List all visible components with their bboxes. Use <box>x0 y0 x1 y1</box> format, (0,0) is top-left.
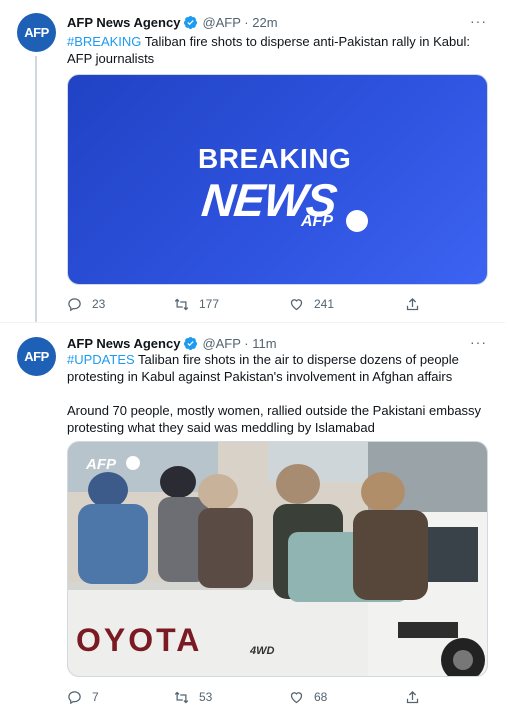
afp-watermark-text: AFP <box>86 456 116 473</box>
tweet-actions: 23 177 241 <box>67 294 427 314</box>
tweet-text: #BREAKING Taliban fire shots to disperse… <box>67 33 489 67</box>
afp-logo-text: AFP <box>301 213 333 230</box>
hashtag-link[interactable]: #BREAKING <box>67 34 141 49</box>
handle-and-timestamp[interactable]: @AFP · 22m <box>202 15 277 30</box>
retweet-count: 177 <box>199 297 220 311</box>
afp-logo-dot <box>346 210 368 232</box>
heart-icon <box>290 691 303 703</box>
retweet-button[interactable]: 53 <box>174 687 212 707</box>
breaking-word: BREAKING <box>198 143 352 174</box>
truck-lettering: OYOTA <box>76 622 203 658</box>
tweet-header: AFP News Agency @AFP · 11m ··· <box>67 334 491 352</box>
share-icon <box>406 297 419 310</box>
author-name[interactable]: AFP News Agency <box>67 336 180 351</box>
share-button[interactable] <box>405 687 420 707</box>
afp-watermark-dot <box>126 456 140 470</box>
reply-icon <box>68 690 81 704</box>
handle-and-timestamp[interactable]: @AFP · 11m <box>202 336 276 351</box>
like-button[interactable]: 241 <box>289 294 334 314</box>
more-options-icon[interactable]: ··· <box>470 13 487 29</box>
like-count: 68 <box>314 690 328 704</box>
verified-badge-icon <box>183 15 198 30</box>
reply-button[interactable]: 7 <box>67 687 99 707</box>
tweet-header: AFP News Agency @AFP · 22m ··· <box>67 13 491 31</box>
breaking-news-graphic: BREAKING NEWS AFP <box>198 143 368 233</box>
reply-count: 7 <box>92 690 99 704</box>
share-button[interactable] <box>405 294 420 314</box>
like-button[interactable]: 68 <box>289 687 327 707</box>
tweet-photo[interactable]: AFP OYOTA 4WD <box>67 441 488 677</box>
avatar[interactable]: AFP <box>17 337 56 376</box>
share-icon <box>406 690 419 703</box>
retweet-button[interactable]: 177 <box>174 294 219 314</box>
tweet-image[interactable]: BREAKING NEWS AFP <box>67 74 488 285</box>
reply-icon <box>68 297 81 311</box>
thread-connector-line <box>35 56 37 322</box>
more-options-icon[interactable]: ··· <box>470 334 487 350</box>
tweet[interactable]: AFP AFP News Agency @AFP · 11m ··· #UPDA… <box>0 322 505 717</box>
verified-badge-icon <box>183 336 198 351</box>
like-count: 241 <box>314 297 335 311</box>
tweet-actions: 7 53 68 <box>67 687 427 707</box>
heart-icon <box>290 298 303 310</box>
retweet-icon <box>174 691 189 703</box>
retweet-count: 53 <box>199 690 213 704</box>
retweet-icon <box>174 298 189 310</box>
tweet-body-paragraph-2: Around 70 people, mostly women, rallied … <box>67 403 482 435</box>
hashtag-link[interactable]: #UPDATES <box>67 352 135 367</box>
tweet-text: #UPDATES Taliban fire shots in the air t… <box>67 351 489 436</box>
truck-4wd-badge: 4WD <box>250 645 275 657</box>
author-name[interactable]: AFP News Agency <box>67 15 180 30</box>
tweet[interactable]: AFP AFP News Agency @AFP · 22m ··· #BREA… <box>0 0 505 322</box>
avatar[interactable]: AFP <box>17 13 56 52</box>
reply-count: 23 <box>92 297 106 311</box>
reply-button[interactable]: 23 <box>67 294 105 314</box>
